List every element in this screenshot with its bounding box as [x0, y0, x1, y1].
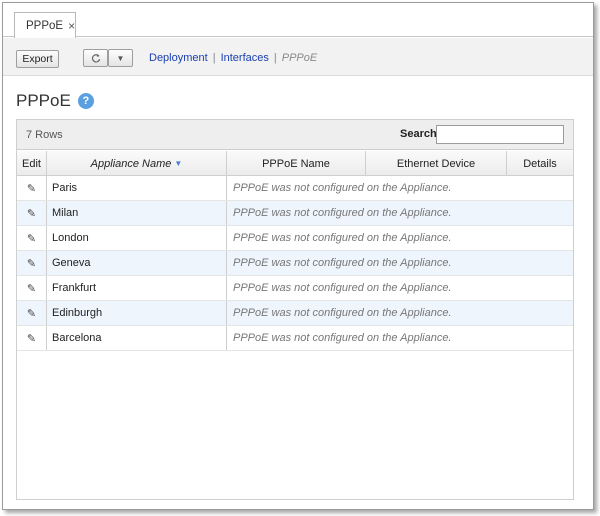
export-button[interactable]: Export: [16, 50, 59, 68]
table-row: ✎ Edinburgh PPPoE was not configured on …: [17, 301, 573, 326]
toolbar: Export ▼ Deployment | Interfaces | PPPoE: [3, 38, 593, 76]
refresh-icon[interactable]: [83, 49, 108, 67]
column-header-pppoe-name[interactable]: PPPoE Name: [227, 151, 366, 176]
appliance-name: Milan: [47, 201, 227, 225]
sort-desc-icon: ▼: [174, 159, 183, 168]
breadcrumb-separator: |: [212, 52, 216, 64]
page-title: PPPoE ?: [16, 91, 94, 111]
appliance-name: Paris: [47, 176, 227, 200]
caret-down-icon[interactable]: ▼: [108, 49, 133, 67]
pencil-icon[interactable]: ✎: [17, 251, 47, 275]
tab-bar: PPPoE ×: [3, 3, 593, 38]
breadcrumb-interfaces[interactable]: Interfaces: [221, 52, 269, 64]
pencil-icon[interactable]: ✎: [17, 176, 47, 200]
breadcrumb-current: PPPoE: [281, 52, 318, 64]
table-row: ✎ Paris PPPoE was not configured on the …: [17, 176, 573, 201]
breadcrumb-separator: |: [273, 52, 277, 64]
page-title-text: PPPoE: [16, 91, 71, 110]
breadcrumb-deployment[interactable]: Deployment: [149, 52, 208, 64]
app-window: PPPoE × Export ▼ Deployment | Interfaces…: [2, 2, 594, 510]
search-input[interactable]: [436, 125, 564, 144]
pppoe-status-message: PPPoE was not configured on the Applianc…: [233, 232, 452, 244]
pencil-icon[interactable]: ✎: [17, 201, 47, 225]
column-header-appliance-name[interactable]: Appliance Name ▼: [47, 151, 227, 176]
column-header-edit[interactable]: Edit: [17, 151, 47, 176]
appliance-table-panel: 7 Rows Search Edit Appliance Name ▼ PPPo…: [16, 119, 574, 500]
pencil-icon[interactable]: ✎: [17, 276, 47, 300]
table-header: Edit Appliance Name ▼ PPPoE Name Etherne…: [17, 151, 573, 176]
pppoe-status-message: PPPoE was not configured on the Applianc…: [233, 257, 452, 269]
search-label: Search: [400, 128, 437, 140]
column-header-details[interactable]: Details: [507, 151, 573, 176]
appliance-name: London: [47, 226, 227, 250]
pencil-icon[interactable]: ✎: [17, 326, 47, 350]
pppoe-status-message: PPPoE was not configured on the Applianc…: [233, 182, 452, 194]
row-count: 7 Rows: [26, 129, 63, 141]
appliance-name: Frankfurt: [47, 276, 227, 300]
column-header-label: Appliance Name: [90, 157, 172, 170]
table-row: ✎ London PPPoE was not configured on the…: [17, 226, 573, 251]
table-row: ✎ Milan PPPoE was not configured on the …: [17, 201, 573, 226]
pppoe-status-message: PPPoE was not configured on the Applianc…: [233, 307, 452, 319]
column-header-ethernet-device[interactable]: Ethernet Device: [366, 151, 507, 176]
pppoe-status-message: PPPoE was not configured on the Applianc…: [233, 207, 452, 219]
pencil-icon[interactable]: ✎: [17, 301, 47, 325]
appliance-name: Edinburgh: [47, 301, 227, 325]
pppoe-status-message: PPPoE was not configured on the Applianc…: [233, 332, 452, 344]
help-icon[interactable]: ?: [77, 93, 94, 109]
pppoe-status-message: PPPoE was not configured on the Applianc…: [233, 282, 452, 294]
tab-pppoe[interactable]: PPPoE ×: [14, 12, 76, 38]
tab-label: PPPoE: [26, 19, 64, 32]
close-icon[interactable]: ×: [68, 20, 75, 32]
pencil-icon[interactable]: ✎: [17, 226, 47, 250]
appliance-name: Geneva: [47, 251, 227, 275]
table-row: ✎ Geneva PPPoE was not configured on the…: [17, 251, 573, 276]
table-row: ✎ Frankfurt PPPoE was not configured on …: [17, 276, 573, 301]
refresh-icon-glyph: [91, 54, 100, 63]
appliance-name: Barcelona: [47, 326, 227, 350]
table-row: ✎ Barcelona PPPoE was not configured on …: [17, 326, 573, 351]
breadcrumb: Deployment | Interfaces | PPPoE: [149, 52, 317, 64]
appliance-table: Edit Appliance Name ▼ PPPoE Name Etherne…: [17, 151, 573, 351]
table-toolbar: 7 Rows Search: [17, 120, 573, 150]
